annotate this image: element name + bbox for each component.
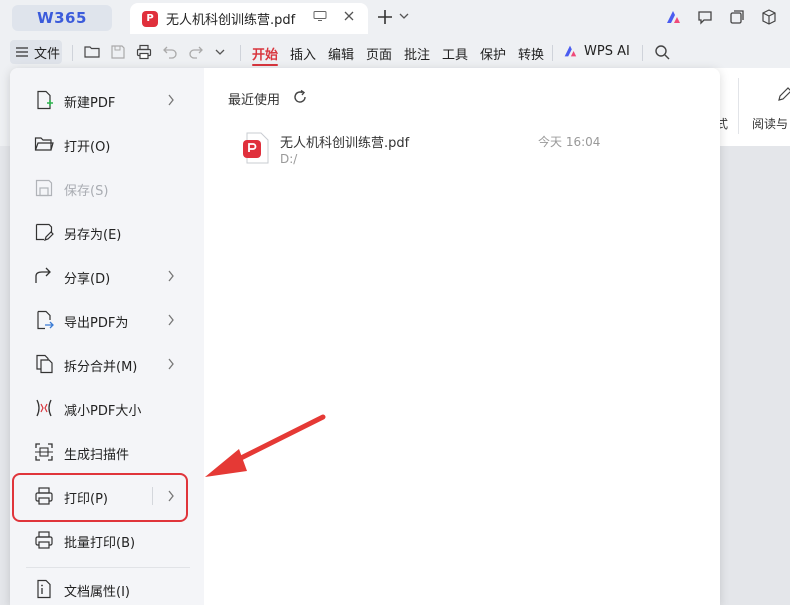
menu-item-batch-print[interactable]: 批量打印(B) [10, 520, 204, 560]
menu-item-label: 新建PDF [64, 96, 116, 111]
menu-item-label: 拆分合并(M) [64, 360, 138, 375]
toolbar-divider [240, 45, 241, 61]
file-menu-label: 文件 [34, 46, 61, 62]
tab-protect[interactable]: 保护 [480, 44, 506, 63]
chevron-right-icon [168, 270, 174, 282]
save-icon[interactable] [110, 44, 126, 60]
undo-icon[interactable] [162, 44, 178, 60]
title-bar: W365 P 无人机科创训练营.pdf [0, 0, 790, 36]
chat-icon[interactable] [696, 8, 714, 26]
pen-icon[interactable] [776, 86, 790, 104]
recent-file-time: 今天 16:04 [538, 135, 601, 149]
batch-print-icon [35, 531, 53, 549]
menu-item-label: 导出PDF为 [64, 316, 129, 331]
tab-title: 无人机科创训练营.pdf [166, 13, 296, 28]
close-icon[interactable] [342, 9, 356, 23]
scan-icon [35, 443, 53, 461]
redo-icon[interactable] [188, 44, 204, 60]
menu-item-new-pdf[interactable]: 新建PDF [10, 80, 204, 120]
folder-icon[interactable] [84, 44, 100, 60]
ribbon-toolbar: 文件 开始 插入 编辑 页面 批注 工具 保护 转换 WPS AI [0, 36, 790, 68]
tab-edit[interactable]: 编辑 [328, 44, 354, 63]
chevron-right-icon [168, 94, 174, 106]
menu-item-label: 另存为(E) [64, 228, 122, 243]
monitor-icon[interactable] [313, 11, 327, 21]
recent-file-path: D:/ [280, 152, 298, 166]
share-icon [35, 267, 51, 283]
annotation-arrow-icon [205, 414, 326, 477]
wps-ai-icon[interactable] [664, 8, 682, 26]
menu-item-save-as[interactable]: 另存为(E) [10, 212, 204, 252]
chevron-down-icon[interactable] [214, 47, 226, 57]
export-icon [37, 310, 54, 330]
recent-file-item[interactable]: 无人机科创训练营.pdf D:/ 今天 16:04 [236, 126, 706, 174]
window-icon[interactable] [728, 8, 746, 26]
recent-title: 最近使用 [228, 93, 281, 108]
save-icon [35, 179, 53, 197]
wps-ai-label: WPS AI [584, 43, 630, 59]
tab-annotate[interactable]: 批注 [404, 44, 430, 63]
toolbar-divider [642, 45, 643, 61]
menu-item-label: 减小PDF大小 [64, 404, 142, 419]
read-mode-button[interactable]: 阅读与 [752, 115, 788, 132]
wps-ai-icon [564, 45, 577, 57]
chevron-down-icon[interactable] [399, 12, 409, 20]
menu-item-share[interactable]: 分享(D) [10, 256, 204, 296]
menu-item-split-merge[interactable]: 拆分合并(M) [10, 344, 204, 384]
refresh-icon[interactable] [292, 89, 308, 105]
chevron-right-icon [168, 358, 174, 370]
menu-item-save[interactable]: 保存(S) [10, 168, 204, 208]
toolbar-divider [72, 45, 73, 61]
cube-icon[interactable] [760, 8, 778, 26]
print-highlight-box [12, 473, 188, 522]
menu-item-export[interactable]: 导出PDF为 [10, 300, 204, 340]
menu-item-label: 保存(S) [64, 184, 109, 199]
menu-item-open[interactable]: 打开(O) [10, 124, 204, 164]
app-logo[interactable]: W365 [12, 5, 112, 31]
doc-properties-icon [37, 579, 51, 599]
menu-item-label: 生成扫描件 [64, 448, 130, 463]
menu-item-doc-properties[interactable]: 文档属性(I) [10, 569, 204, 605]
file-menu-button[interactable]: 文件 [10, 40, 62, 64]
document-tab[interactable]: P 无人机科创训练营.pdf [130, 3, 368, 34]
tab-start[interactable]: 开始 [252, 44, 278, 63]
hamburger-icon [16, 47, 28, 57]
file-menu-list: 新建PDF 打开(O) 保存(S) 另存为(E) 分享(D) 导出PDF为 拆分… [10, 68, 204, 605]
ribbon-divider [738, 78, 739, 134]
menu-divider [26, 567, 190, 568]
pdf-file-icon [243, 132, 269, 164]
file-menu-panel: 新建PDF 打开(O) 保存(S) 另存为(E) 分享(D) 导出PDF为 拆分… [10, 68, 720, 605]
save-as-icon [35, 223, 54, 241]
print-icon[interactable] [136, 44, 152, 60]
split-merge-icon [36, 354, 53, 374]
folder-open-icon [34, 137, 54, 151]
tab-convert[interactable]: 转换 [518, 44, 544, 63]
menu-item-label: 打开(O) [64, 140, 111, 155]
chevron-right-icon [168, 314, 174, 326]
recent-file-name: 无人机科创训练营.pdf [280, 136, 410, 151]
menu-item-scan[interactable]: 生成扫描件 [10, 432, 204, 472]
menu-item-label: 文档属性(I) [64, 585, 130, 600]
menu-item-label: 分享(D) [64, 272, 111, 287]
tab-insert[interactable]: 插入 [290, 44, 316, 63]
plus-icon[interactable] [376, 8, 394, 26]
menu-item-compress[interactable]: 减小PDF大小 [10, 388, 204, 428]
wps-ai-button[interactable]: WPS AI [562, 43, 630, 59]
compress-icon [36, 399, 52, 417]
menu-item-label: 批量打印(B) [64, 536, 136, 551]
tab-page[interactable]: 页面 [366, 44, 392, 63]
active-tab-indicator [252, 64, 278, 66]
tab-tools[interactable]: 工具 [442, 44, 468, 63]
search-icon[interactable] [654, 44, 670, 60]
toolbar-divider [552, 45, 553, 61]
pdf-icon: P [142, 10, 158, 27]
new-pdf-icon [37, 90, 53, 110]
